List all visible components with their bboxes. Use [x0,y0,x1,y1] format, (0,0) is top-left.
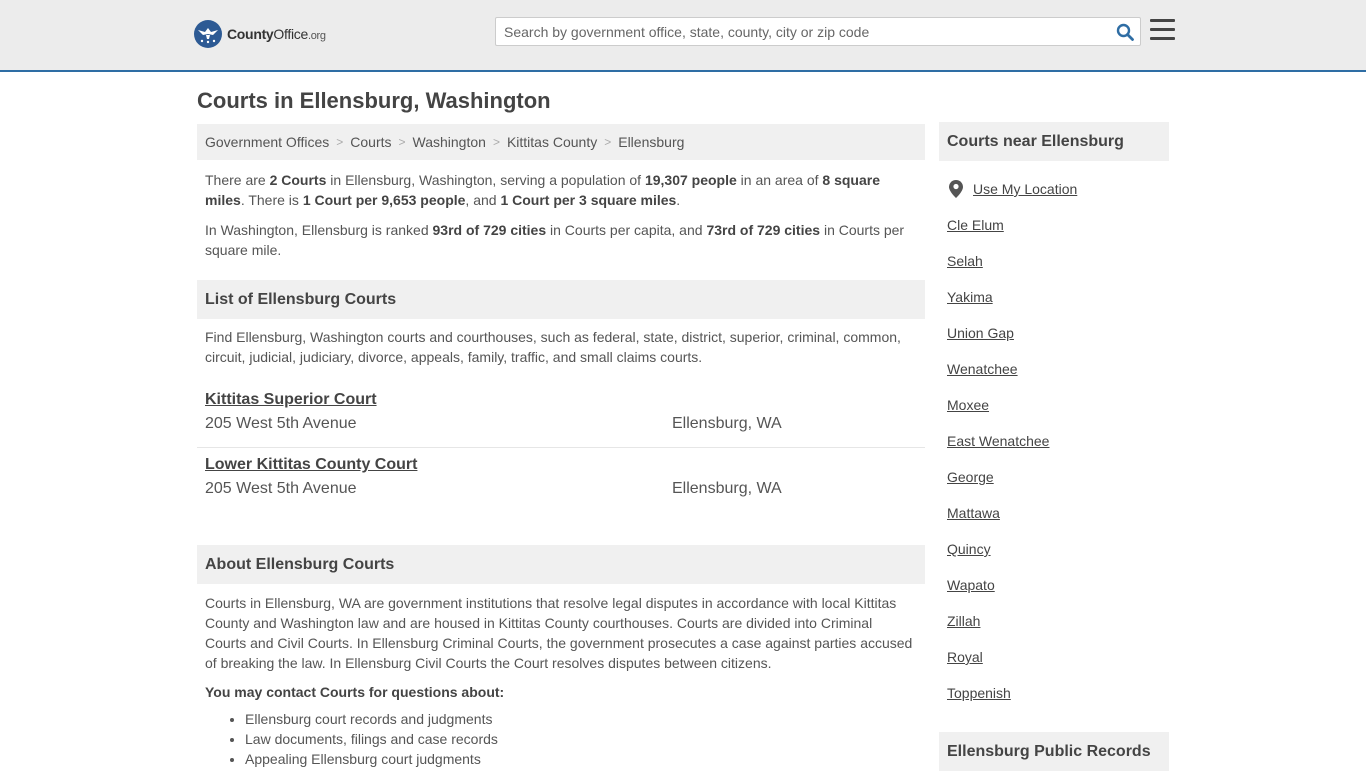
breadcrumb-kittitas-county[interactable]: Kittitas County [507,134,597,150]
sidebar-city-item: George [947,459,1169,495]
sidebar-city-item: Yakima [947,279,1169,315]
logo-wordmark: CountyOffice.org [227,26,326,42]
breadcrumb-separator: > [604,135,612,149]
nearby-city-link[interactable]: Selah [947,253,983,269]
list-item: Ellensburg court records and judgments [245,709,925,729]
sidebar-city-item: Union Gap [947,315,1169,351]
breadcrumb: Government Offices > Courts > Washington… [197,124,925,160]
court-city: Ellensburg, WA [672,415,782,432]
sidebar-city-item: East Wenatchee [947,423,1169,459]
about-section-body: Courts in Ellensburg, WA are government … [205,595,913,671]
court-listing: Kittitas Superior Court 205 West 5th Ave… [197,383,925,448]
breadcrumb-separator: > [492,135,500,149]
sidebar-city-item: Wapato [947,567,1169,603]
sidebar-city-item: Royal [947,639,1169,675]
breadcrumb-separator: > [398,135,406,149]
nearby-city-link[interactable]: Quincy [947,541,991,557]
site-logo[interactable]: CountyOffice.org [194,20,326,48]
eagle-seal-icon [194,20,222,48]
court-listing: Lower Kittitas County Court 205 West 5th… [197,448,925,513]
sidebar-city-item: Moxee [947,387,1169,423]
about-section-heading: About Ellensburg Courts [197,545,925,584]
nearby-city-link[interactable]: Union Gap [947,325,1014,341]
site-header: CountyOffice.org [0,0,1366,72]
intro-paragraph-rank: In Washington, Ellensburg is ranked 93rd… [205,222,905,258]
court-city: Ellensburg, WA [672,480,782,497]
search-button[interactable] [1110,18,1140,45]
nearby-city-link[interactable]: George [947,469,994,485]
nearby-city-link[interactable]: Wenatchee [947,361,1018,377]
use-my-location-link[interactable]: Use My Location [973,181,1077,197]
list-item: Law documents, filings and case records [245,729,925,749]
sidebar-city-item: Cle Elum [947,207,1169,243]
breadcrumb-government-offices[interactable]: Government Offices [205,134,329,150]
main-content: Government Offices > Courts > Washington… [197,124,925,769]
public-records-heading: Ellensburg Public Records [939,732,1169,771]
nearby-city-link[interactable]: Mattawa [947,505,1000,521]
search-bar [495,17,1141,46]
nearby-city-link[interactable]: Moxee [947,397,989,413]
breadcrumb-separator: > [336,135,344,149]
contact-heading: You may contact Courts for questions abo… [205,684,505,700]
sidebar-city-item: Wenatchee [947,351,1169,387]
nearby-city-link[interactable]: East Wenatchee [947,433,1049,449]
sidebar-city-item: Zillah [947,603,1169,639]
nearby-city-link[interactable]: Toppenish [947,685,1011,701]
court-address: 205 West 5th Avenue [205,480,357,497]
sidebar-city-item: Mattawa [947,495,1169,531]
nearby-city-link[interactable]: Zillah [947,613,980,629]
hamburger-menu-icon[interactable] [1150,19,1175,42]
court-link[interactable]: Lower Kittitas County Court [205,456,417,474]
use-location-item: Use My Location [947,171,1169,207]
sidebar-city-item: Toppenish [947,675,1169,711]
nearby-city-link[interactable]: Cle Elum [947,217,1004,233]
breadcrumb-courts[interactable]: Courts [350,134,391,150]
sidebar-heading: Courts near Ellensburg [939,122,1169,161]
breadcrumb-washington[interactable]: Washington [413,134,486,150]
court-address: 205 West 5th Avenue [205,415,357,432]
page-title: Courts in Ellensburg, Washington [197,88,551,113]
contact-topics-list: Ellensburg court records and judgments L… [197,709,925,769]
sidebar-city-item: Selah [947,243,1169,279]
intro-paragraph-stats: There are 2 Courts in Ellensburg, Washin… [205,172,880,208]
nearby-city-link[interactable]: Yakima [947,289,993,305]
map-pin-icon [949,180,963,198]
list-item: Appealing Ellensburg court judgments [245,749,925,769]
nearby-city-link[interactable]: Wapato [947,577,995,593]
search-icon [1116,23,1134,41]
list-section-description: Find Ellensburg, Washington courts and c… [205,329,901,365]
nearby-cities-list: Use My Location Cle Elum Selah Yakima Un… [939,171,1169,711]
court-list: Kittitas Superior Court 205 West 5th Ave… [197,383,925,513]
breadcrumb-ellensburg: Ellensburg [618,134,685,150]
court-link[interactable]: Kittitas Superior Court [205,391,377,409]
sidebar: Courts near Ellensburg Use My Location C… [939,122,1169,771]
search-input[interactable] [496,18,1110,45]
sidebar-city-item: Quincy [947,531,1169,567]
list-section-heading: List of Ellensburg Courts [197,280,925,319]
nearby-city-link[interactable]: Royal [947,649,983,665]
